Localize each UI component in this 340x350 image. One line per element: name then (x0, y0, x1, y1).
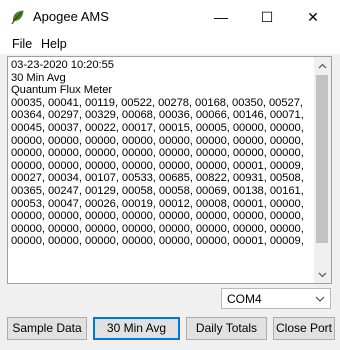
leaf-icon (11, 10, 24, 25)
scrollbar-thumb[interactable] (316, 75, 328, 243)
close-window-button[interactable]: ✕ (290, 0, 336, 34)
output-line: 00000, 00000, 00000, 00000, 00000, 00000… (11, 222, 304, 235)
menu-bar: File Help (0, 34, 340, 54)
output-line: 00027, 00034, 00107, 00533, 00685, 00822… (11, 172, 304, 185)
output-line: 00364, 00297, 00329, 00068, 00036, 00066… (11, 109, 304, 122)
port-select[interactable]: COM4 (221, 288, 331, 309)
30-min-avg-button[interactable]: 30 Min Avg (93, 317, 180, 340)
output-line: 00000, 00000, 00000, 00000, 00000, 00000… (11, 159, 304, 172)
menu-help[interactable]: Help (40, 36, 68, 52)
sample-data-button[interactable]: Sample Data (7, 317, 87, 340)
output-line: 30 Min Avg (11, 71, 66, 84)
output-line: 03-23-2020 10:20:55 (11, 59, 114, 71)
daily-totals-button[interactable]: Daily Totals (186, 317, 267, 340)
output-line: 00000, 00000, 00000, 00000, 00000, 00000… (11, 134, 304, 147)
chevron-down-icon[interactable] (314, 266, 331, 283)
close-port-button[interactable]: Close Port (273, 317, 335, 340)
minimize-button[interactable]: — (198, 0, 244, 34)
output-line: 00045, 00037, 00022, 00017, 00015, 00005… (11, 121, 304, 134)
output-text: 03-23-2020 10:20:55 30 Min Avg Quantum Flu… (11, 59, 311, 248)
menu-file[interactable]: File (11, 36, 33, 52)
chevron-up-icon[interactable] (314, 57, 331, 74)
output-line: 00000, 00000, 00000, 00000, 00000, 00000… (11, 235, 304, 248)
output-line: 00053, 00047, 00026, 00019, 00012, 00008… (11, 197, 304, 210)
app-window: Apogee AMS — ☐ ✕ File Help 03-23-2020 10… (0, 0, 340, 350)
port-select-value: COM4 (227, 292, 262, 306)
vertical-scrollbar[interactable] (314, 57, 331, 283)
output-textbox[interactable]: 03-23-2020 10:20:55 30 Min Avg Quantum Flu… (7, 56, 332, 284)
window-title: Apogee AMS (33, 9, 109, 24)
output-line: 00035, 00041, 00119, 00522, 00278, 00168… (11, 96, 303, 109)
maximize-button[interactable]: ☐ (244, 0, 290, 34)
output-line: 00000, 00000, 00000, 00000, 00000, 00000… (11, 210, 304, 223)
title-bar[interactable]: Apogee AMS — ☐ ✕ (0, 0, 340, 34)
chevron-down-icon (315, 296, 325, 302)
output-line: 00365, 00247, 00129, 00058, 00058, 00069… (11, 184, 304, 197)
output-line: Quantum Flux Meter (11, 84, 113, 97)
output-line: 00000, 00000, 00000, 00000, 00000, 00000… (11, 147, 304, 160)
